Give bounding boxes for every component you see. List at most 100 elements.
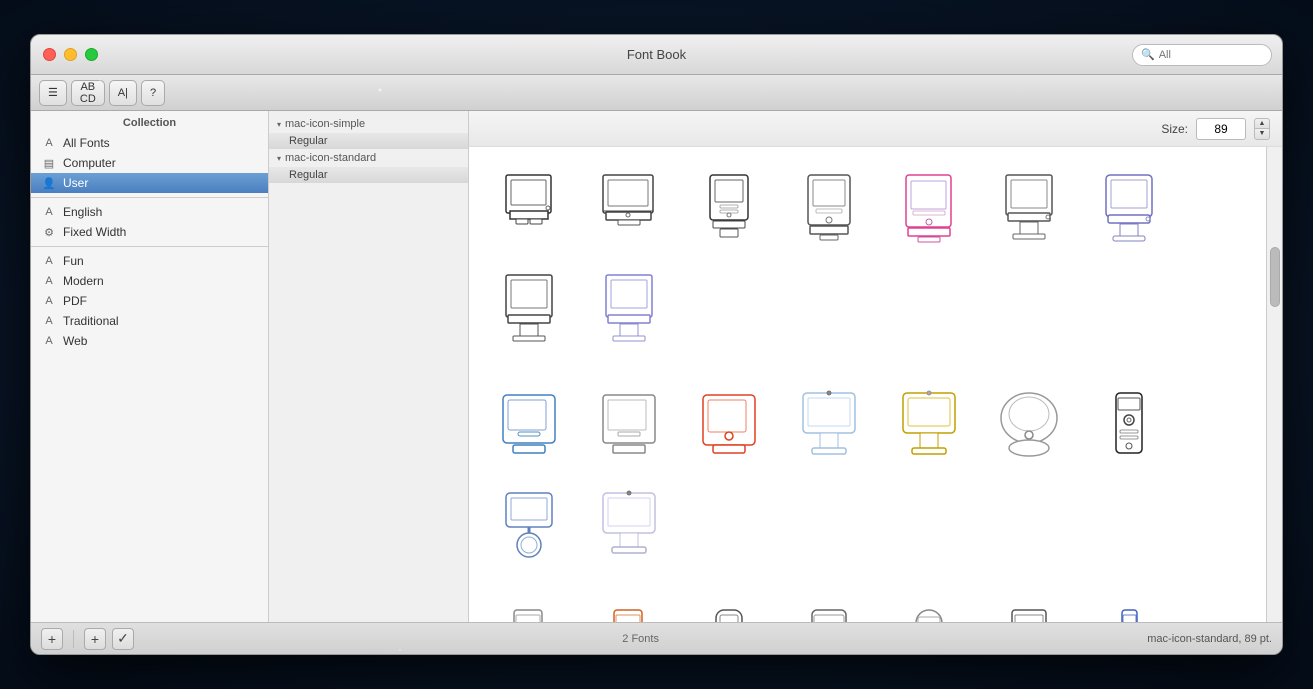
help-button[interactable]: ? (141, 80, 165, 106)
sidebar-item-label: Traditional (63, 314, 119, 328)
sidebar-item-traditional[interactable]: A Traditional (31, 311, 268, 331)
preview-wrapper (469, 147, 1282, 622)
size-up-button[interactable]: ▲ (1254, 118, 1270, 129)
mac-color-1-icon (898, 173, 963, 243)
close-button[interactable] (43, 48, 56, 61)
sidebar-item-label: All Fonts (63, 136, 110, 150)
glyph-cell-25 (1089, 601, 1171, 622)
titlebar-right: 🔍 (1132, 44, 1272, 66)
laptop-1-icon (598, 273, 663, 343)
glyph-cell-3 (689, 167, 771, 249)
titlebar: Font Book 🔍 (31, 35, 1282, 75)
glyph-row-3 (489, 601, 1246, 622)
aio-blue-icon (498, 390, 563, 460)
sidebar-item-modern[interactable]: A Modern (31, 271, 268, 291)
glyph-cell-1 (489, 167, 571, 249)
size-label: Size: (1161, 122, 1188, 136)
search-icon: 🔍 (1141, 48, 1155, 61)
sidebar-item-english[interactable]: A English (31, 202, 268, 222)
fixed-width-icon: ⚙ (41, 226, 57, 239)
add-font-button[interactable]: + (84, 628, 106, 650)
sidebar-divider-2 (31, 246, 268, 247)
mac-pro-tower-icon (1098, 390, 1163, 460)
font-panel: ▾ mac-icon-simple Regular ▾ mac-icon-sta… (269, 111, 469, 622)
sidebar-divider-1 (31, 197, 268, 198)
window-title: Font Book (627, 47, 686, 62)
preview-scrollbar[interactable] (1266, 147, 1282, 622)
size-input[interactable] (1196, 118, 1246, 140)
sidebar-item-fun[interactable]: A Fun (31, 251, 268, 271)
search-input[interactable] (1159, 49, 1263, 61)
size-stepper: ▲ ▼ (1254, 118, 1270, 140)
main-window: Font Book 🔍 ☰ ABCD A| ? Collection A All… (30, 34, 1283, 655)
glyph-cell-17 (489, 484, 571, 566)
powermac-g4-icon (798, 607, 863, 622)
sidebar-item-fixed-width[interactable]: ⚙ Fixed Width (31, 222, 268, 242)
glyph-row-1 (489, 167, 1246, 349)
sidebar-item-all-fonts[interactable]: A All Fonts (31, 133, 268, 153)
sidebar-item-label: Fixed Width (63, 225, 126, 239)
sidebar-item-label: Web (63, 334, 87, 348)
preview-header: Size: ▲ ▼ (469, 111, 1282, 147)
modern-icon: A (41, 275, 57, 287)
colorful-red-icon (698, 390, 763, 460)
add-collection-button[interactable]: + (41, 628, 63, 650)
white-imac-lcd-icon (598, 490, 663, 560)
web-icon: A (41, 335, 57, 347)
maximize-button[interactable] (85, 48, 98, 61)
imac-colorful-icon (898, 390, 963, 460)
collection-header: Collection (31, 111, 268, 133)
triangle-icon: ▾ (277, 120, 281, 129)
font-list: ▾ mac-icon-simple Regular ▾ mac-icon-sta… (269, 111, 468, 622)
scroll-thumb[interactable] (1270, 247, 1280, 307)
glyph-cell-12 (689, 384, 771, 466)
glyph-cell-11 (589, 384, 671, 466)
preview-content (469, 147, 1266, 622)
glyph-cell-16 (1089, 384, 1171, 466)
menu-button[interactable]: ☰ (39, 80, 67, 106)
glyph-cell-5 (889, 167, 971, 249)
sidebar-item-label: Modern (63, 274, 104, 288)
glyph-cell-4 (789, 167, 871, 249)
minimize-button[interactable] (64, 48, 77, 61)
font-info: mac-icon-standard, 89 pt. (1147, 633, 1272, 645)
preview-button[interactable]: ABCD (71, 80, 105, 106)
sidebar-item-pdf[interactable]: A PDF (31, 291, 268, 311)
sidebar-item-user[interactable]: 👤 User (31, 173, 268, 193)
rounded-tower-icon (898, 607, 963, 622)
font-style-regular-2[interactable]: Regular (269, 167, 468, 183)
size-down-button[interactable]: ▼ (1254, 128, 1270, 140)
glyph-cell-22 (789, 601, 871, 622)
glyph-cell-21 (689, 601, 771, 622)
glyph-cell-2 (589, 167, 671, 249)
font-info-button[interactable]: A| (109, 80, 137, 106)
mac-se-icon (798, 173, 863, 243)
sidebar-item-computer[interactable]: ▤ Computer (31, 153, 268, 173)
font-family-name: mac-icon-simple (285, 118, 365, 130)
search-box[interactable]: 🔍 (1132, 44, 1272, 66)
font-style-label-2: Regular (289, 169, 328, 181)
triangle-icon-2: ▾ (277, 154, 281, 163)
statusbar: + + ✓ 2 Fonts mac-icon-standard, 89 pt. (31, 622, 1282, 654)
glyph-cell-14 (889, 384, 971, 466)
sidebar-item-web[interactable]: A Web (31, 331, 268, 351)
mac-monitor-1-icon (598, 173, 663, 243)
sidebar-item-label: English (63, 205, 102, 219)
glyph-cell-10 (489, 384, 571, 466)
font-family-mac-icon-standard[interactable]: ▾ mac-icon-standard (269, 149, 468, 167)
traditional-icon: A (41, 315, 57, 327)
grey-monitor-icon (598, 390, 663, 460)
sidebar-item-label: Computer (63, 156, 116, 170)
glyph-cell-8 (489, 267, 571, 349)
window-controls (43, 48, 98, 61)
slim-tower-blue-icon (1098, 607, 1163, 622)
validate-button[interactable]: ✓ (112, 628, 134, 650)
imac-g3-icon (1098, 173, 1163, 243)
glyph-cell-19 (489, 601, 571, 622)
fun-icon: A (41, 255, 57, 267)
glyph-cell-24 (989, 601, 1071, 622)
font-count: 2 Fonts (134, 633, 1147, 645)
mini-tower-beige-icon (498, 607, 563, 622)
font-family-mac-icon-simple[interactable]: ▾ mac-icon-simple (269, 115, 468, 133)
font-style-regular-1[interactable]: Regular (269, 133, 468, 149)
